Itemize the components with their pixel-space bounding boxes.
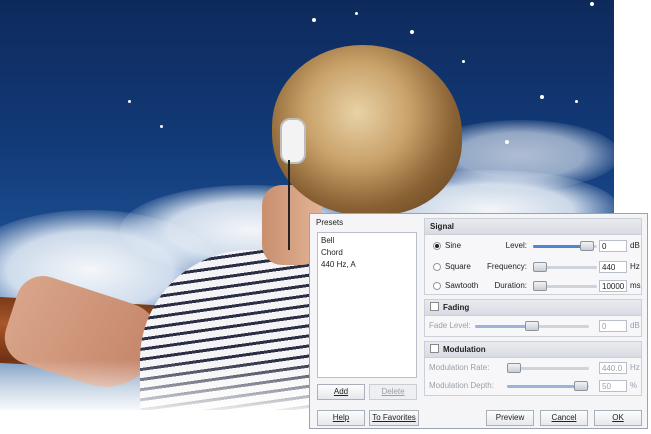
delete-preset-button[interactable]: Delete bbox=[369, 384, 417, 400]
modulation-depth-slider-thumb[interactable] bbox=[573, 381, 588, 391]
frequency-unit: Hz bbox=[630, 262, 640, 271]
fade-level-unit: dB bbox=[630, 321, 640, 330]
modulation-rate-label: Modulation Rate: bbox=[429, 363, 490, 372]
preset-item[interactable]: Bell bbox=[321, 235, 413, 247]
sine-label: Sine bbox=[445, 241, 462, 250]
level-unit: dB bbox=[630, 241, 640, 250]
level-slider[interactable] bbox=[533, 241, 597, 251]
presets-list[interactable]: Bell Chord 440 Hz, A bbox=[317, 232, 417, 378]
duration-unit: ms bbox=[630, 281, 641, 290]
modulation-depth-label: Modulation Depth: bbox=[429, 381, 494, 390]
modulation-depth-input[interactable]: 50 bbox=[599, 380, 627, 392]
square-radio[interactable] bbox=[433, 263, 441, 271]
fade-level-input[interactable]: 0 bbox=[599, 320, 627, 332]
modulation-rate-slider-thumb[interactable] bbox=[507, 363, 521, 373]
level-input[interactable]: 0 bbox=[599, 240, 627, 252]
fade-level-slider[interactable] bbox=[475, 321, 589, 331]
modulation-depth-slider[interactable] bbox=[507, 381, 589, 391]
preset-item[interactable]: Chord bbox=[321, 247, 413, 259]
modulation-depth-unit: % bbox=[630, 381, 638, 390]
modulation-rate-slider[interactable] bbox=[507, 363, 589, 373]
ok-button[interactable]: OK bbox=[594, 410, 642, 426]
duration-label: Duration: bbox=[494, 281, 527, 290]
frequency-input[interactable]: 440 bbox=[599, 261, 627, 273]
add-preset-button[interactable]: Add bbox=[317, 384, 365, 400]
duration-input[interactable]: 10000 bbox=[599, 280, 627, 292]
modulation-checkbox[interactable] bbox=[430, 344, 439, 353]
sine-radio[interactable] bbox=[433, 242, 441, 250]
preview-button[interactable]: Preview bbox=[486, 410, 534, 426]
fade-level-slider-thumb[interactable] bbox=[525, 321, 539, 331]
modulation-rate-unit: Hz bbox=[630, 363, 640, 372]
modulation-rate-input[interactable]: 440.0 bbox=[599, 362, 627, 374]
fade-level-label: Fade Level: bbox=[429, 321, 471, 330]
fading-panel: Fading Fade Level: 0 dB bbox=[424, 299, 642, 337]
frequency-label: Frequency: bbox=[486, 262, 527, 271]
modulation-title: Modulation bbox=[443, 345, 486, 354]
help-button[interactable]: Help bbox=[317, 410, 365, 426]
square-label: Square bbox=[445, 262, 471, 271]
frequency-slider[interactable] bbox=[533, 262, 597, 272]
duration-slider[interactable] bbox=[533, 281, 597, 291]
fading-title: Fading bbox=[443, 303, 470, 312]
tone-generator-dialog: Presets Bell Chord 440 Hz, A Add Delete … bbox=[309, 213, 648, 429]
sawtooth-radio[interactable] bbox=[433, 282, 441, 290]
preset-item[interactable]: 440 Hz, A bbox=[321, 259, 413, 271]
level-slider-thumb[interactable] bbox=[580, 241, 595, 251]
to-favorites-button[interactable]: To Favorites bbox=[369, 410, 419, 426]
cancel-button[interactable]: Cancel bbox=[540, 410, 588, 426]
level-label: Level: bbox=[505, 241, 527, 250]
duration-slider-thumb[interactable] bbox=[533, 281, 547, 291]
sawtooth-label: Sawtooth bbox=[445, 281, 479, 290]
fading-checkbox[interactable] bbox=[430, 302, 439, 311]
signal-panel: Signal Sine Level: 0 dB Square Frequency… bbox=[424, 218, 642, 295]
presets-label: Presets bbox=[316, 218, 344, 227]
signal-title: Signal bbox=[425, 219, 641, 235]
frequency-slider-thumb[interactable] bbox=[533, 262, 547, 272]
modulation-panel: Modulation Modulation Rate: 440.0 Hz Mod… bbox=[424, 341, 642, 396]
